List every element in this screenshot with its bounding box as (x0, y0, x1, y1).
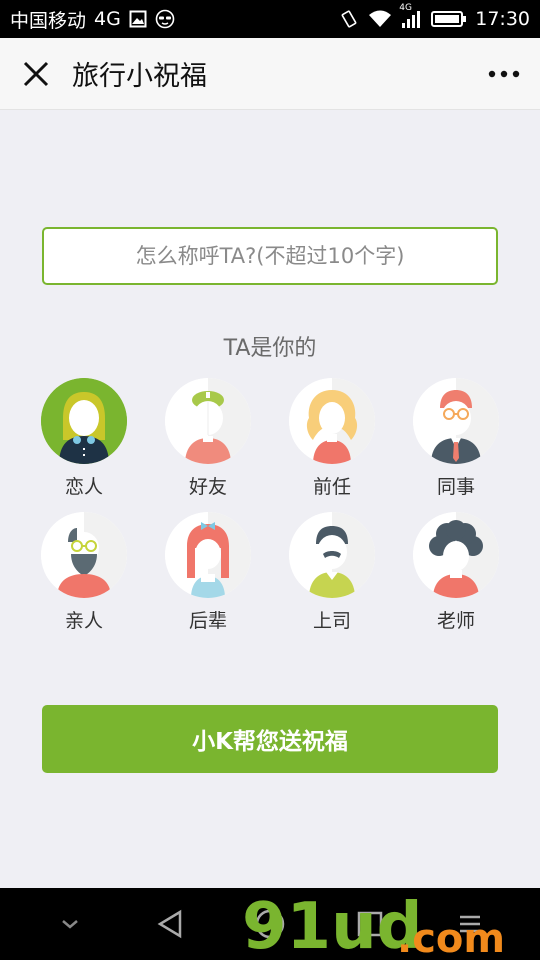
hide-nav-button[interactable] (40, 894, 100, 954)
page-title: 旅行小祝福 (72, 61, 207, 92)
system-nav-bar (0, 888, 540, 960)
role-label: 同事 (436, 476, 475, 498)
ex-avatar-icon (289, 378, 375, 464)
role-lover[interactable]: 恋人 (29, 378, 139, 502)
menu-nav-button[interactable] (440, 894, 500, 954)
relation-prompt: TA是你的 (223, 336, 317, 361)
role-junior[interactable]: 后辈 (153, 512, 263, 636)
role-colleague[interactable]: 同事 (401, 378, 511, 502)
more-button[interactable] (486, 56, 522, 92)
battery-icon (431, 9, 467, 29)
name-input[interactable] (42, 227, 498, 285)
role-boss[interactable]: 上司 (277, 512, 387, 636)
status-right: 4G 17:30 (339, 3, 530, 30)
menu-lines-icon (460, 915, 480, 933)
send-blessing-button[interactable]: 小K帮您送祝福 (42, 705, 498, 773)
role-relative[interactable]: 亲人 (29, 512, 139, 636)
recents-square-icon (357, 911, 383, 937)
lover-avatar-icon (41, 378, 127, 464)
home-circle-icon (255, 909, 285, 939)
role-friend[interactable]: 好友 (153, 378, 263, 502)
vibrate-icon (339, 9, 359, 29)
role-label: 后辈 (188, 610, 227, 632)
back-triangle-icon (157, 909, 182, 939)
role-teacher[interactable]: 老师 (401, 512, 511, 636)
wifi-icon (367, 9, 393, 29)
chevron-down-icon (62, 920, 78, 929)
role-label: 上司 (312, 610, 351, 632)
signal-icon: 4G (399, 3, 423, 29)
role-label: 前任 (312, 476, 351, 498)
role-label: 老师 (436, 610, 475, 632)
teacher-avatar-icon (413, 512, 499, 598)
role-label: 好友 (188, 476, 227, 498)
close-button[interactable] (0, 38, 72, 110)
back-nav-button[interactable] (140, 894, 200, 954)
friend-avatar-icon (165, 378, 251, 464)
boss-avatar-icon (289, 512, 375, 598)
close-icon (23, 61, 49, 86)
glasses-notification-icon (155, 9, 175, 29)
role-ex[interactable]: 前任 (277, 378, 387, 502)
network-type-small: 4G (399, 3, 412, 13)
colleague-avatar-icon (413, 378, 499, 464)
image-notification-icon (129, 10, 147, 28)
status-left: 中国移动 4G (10, 6, 175, 33)
more-icon (488, 70, 520, 78)
junior-avatar-icon (165, 512, 251, 598)
recents-nav-button[interactable] (340, 894, 400, 954)
role-label: 恋人 (64, 476, 103, 498)
carrier-name: 中国移动 (10, 9, 87, 32)
role-label: 亲人 (64, 610, 103, 632)
home-nav-button[interactable] (240, 894, 300, 954)
clock: 17:30 (475, 8, 530, 30)
main-content: TA是你的 恋人 (0, 110, 540, 888)
title-bar: 旅行小祝福 (0, 38, 540, 110)
relative-avatar-icon (41, 512, 127, 598)
status-bar: 中国移动 4G 4G 17:30 (0, 0, 540, 38)
network-type: 4G (94, 8, 121, 30)
